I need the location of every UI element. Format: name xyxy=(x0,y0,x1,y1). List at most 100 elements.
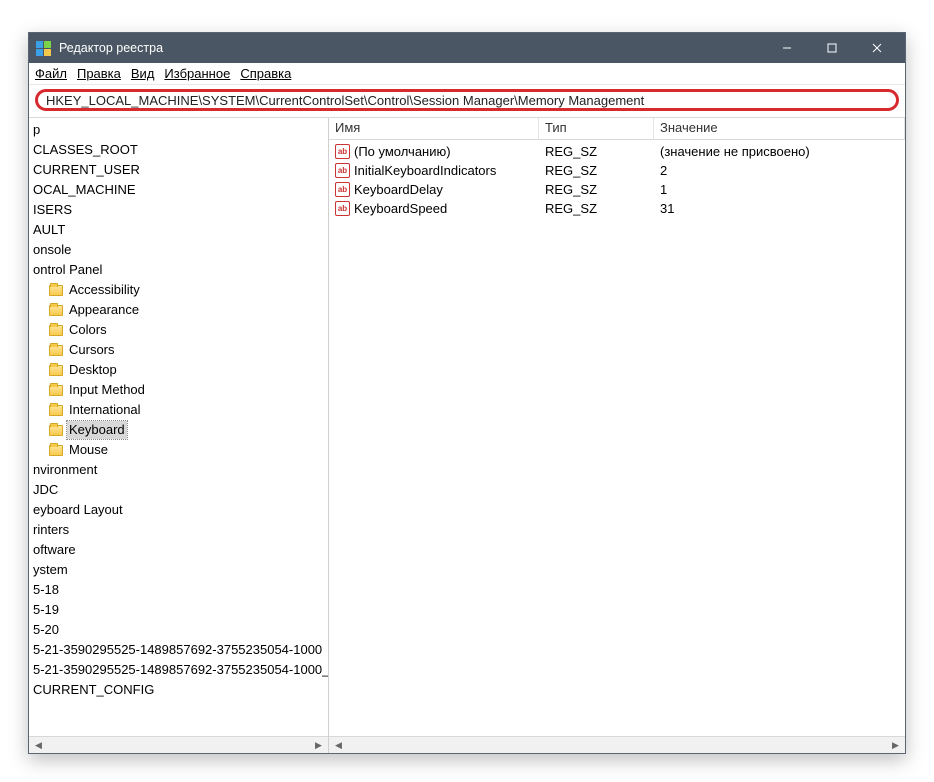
value-name: (По умолчанию) xyxy=(354,144,451,159)
value-data: 31 xyxy=(654,201,905,216)
string-value-icon: ab xyxy=(335,144,350,159)
tree-item-label: Colors xyxy=(67,321,109,339)
menu-edit[interactable]: Правка xyxy=(77,66,121,81)
content-area: рCLASSES_ROOT CURRENT_USER OCAL_MACHINE ISE… xyxy=(29,117,905,753)
tree-item[interactable]: Keyboard xyxy=(29,420,328,440)
tree-item-label: AULT xyxy=(31,221,67,239)
tree-item[interactable]: International xyxy=(29,400,328,420)
menu-help[interactable]: Справка xyxy=(240,66,291,81)
tree-item[interactable]: 5-21-3590295525-1489857692-3755235054-10… xyxy=(29,660,328,680)
column-name[interactable]: Имя xyxy=(329,118,539,139)
tree-item-label: JDC xyxy=(31,481,60,499)
tree-item[interactable]: Accessibility xyxy=(29,280,328,300)
tree-item-label: 5-21-3590295525-1489857692-3755235054-10… xyxy=(31,641,324,659)
scroll-left-icon[interactable]: ◀ xyxy=(31,739,46,752)
tree-item-label: Desktop xyxy=(67,361,119,379)
tree-item-label: International xyxy=(67,401,143,419)
tree-body[interactable]: рCLASSES_ROOT CURRENT_USER OCAL_MACHINE ISE… xyxy=(29,118,328,736)
menu-file[interactable]: Файл xyxy=(35,66,67,81)
tree-item-label: 5-18 xyxy=(31,581,61,599)
tree-item[interactable]: rinters xyxy=(29,520,328,540)
tree-item[interactable]: oftware xyxy=(29,540,328,560)
tree-item[interactable]: Input Method xyxy=(29,380,328,400)
folder-icon xyxy=(49,365,63,376)
address-bar[interactable]: HKEY_LOCAL_MACHINE\SYSTEM\CurrentControl… xyxy=(35,89,899,111)
value-name: KeyboardSpeed xyxy=(354,201,447,216)
values-horizontal-scrollbar[interactable]: ◀ ▶ xyxy=(329,736,905,753)
scroll-track[interactable] xyxy=(346,739,888,752)
scroll-left-icon[interactable]: ◀ xyxy=(331,739,346,752)
folder-icon xyxy=(49,425,63,436)
tree-item[interactable]: Cursors xyxy=(29,340,328,360)
scroll-right-icon[interactable]: ▶ xyxy=(311,739,326,752)
tree-item-label: CLASSES_ROOT xyxy=(31,141,140,159)
window-title: Редактор реестра xyxy=(59,41,764,55)
close-button[interactable] xyxy=(854,33,899,63)
value-row[interactable]: abKeyboardDelayREG_SZ1 xyxy=(329,180,905,199)
tree-item-label: Mouse xyxy=(67,441,110,459)
tree-item-label: 5-19 xyxy=(31,601,61,619)
value-type: REG_SZ xyxy=(539,163,654,178)
menu-view[interactable]: Вид xyxy=(131,66,155,81)
tree-item[interactable]: 5-20 xyxy=(29,620,328,640)
value-type: REG_SZ xyxy=(539,144,654,159)
tree-horizontal-scrollbar[interactable]: ◀ ▶ xyxy=(29,736,328,753)
tree-item-label: ontrol Panel xyxy=(31,261,104,279)
tree-item[interactable]: Appearance xyxy=(29,300,328,320)
tree-item[interactable]: Mouse xyxy=(29,440,328,460)
tree-item[interactable]: nvironment xyxy=(29,460,328,480)
tree-item[interactable]: Colors xyxy=(29,320,328,340)
tree-item-label: eyboard Layout xyxy=(31,501,125,519)
tree-item-label: Appearance xyxy=(67,301,141,319)
tree-item-label: Accessibility xyxy=(67,281,142,299)
folder-icon xyxy=(49,305,63,316)
titlebar[interactable]: Редактор реестра xyxy=(29,33,905,63)
value-data: (значение не присвоено) xyxy=(654,144,905,159)
tree-item[interactable]: ontrol Panel xyxy=(29,260,328,280)
value-data: 1 xyxy=(654,182,905,197)
column-type[interactable]: Тип xyxy=(539,118,654,139)
tree-item-label: nvironment xyxy=(31,461,99,479)
tree-item[interactable]: 5-21-3590295525-1489857692-3755235054-10… xyxy=(29,640,328,660)
tree-item[interactable]: ISERS xyxy=(29,200,328,220)
value-row[interactable]: ab (По умолчанию) REG_SZ(значение не присв… xyxy=(329,142,905,161)
tree-item[interactable]: CURRENT_USER xyxy=(29,160,328,180)
tree-item-label: Cursors xyxy=(67,341,117,359)
tree-item[interactable]: AULT xyxy=(29,220,328,240)
scroll-right-icon[interactable]: ▶ xyxy=(888,739,903,752)
tree-item-label: onsole xyxy=(31,241,73,259)
values-body[interactable]: ab (По умолчанию) REG_SZ(значение не присв… xyxy=(329,140,905,736)
scroll-track[interactable] xyxy=(46,739,311,752)
minimize-button[interactable] xyxy=(764,33,809,63)
regedit-window: Редактор реестра Файл Правка Вид Избранн… xyxy=(28,32,906,754)
folder-icon xyxy=(49,285,63,296)
tree-item[interactable]: 5-18 xyxy=(29,580,328,600)
tree-item[interactable]: Desktop xyxy=(29,360,328,380)
folder-icon xyxy=(49,345,63,356)
tree-item[interactable]: JDC xyxy=(29,480,328,500)
tree-item-label: ystem xyxy=(31,561,70,579)
column-value[interactable]: Значение xyxy=(654,118,905,139)
tree-item[interactable]: OCAL_MACHINE xyxy=(29,180,328,200)
tree-pane: рCLASSES_ROOT CURRENT_USER OCAL_MACHINE ISE… xyxy=(29,118,329,753)
tree-item-label: ISERS xyxy=(31,201,74,219)
tree-item[interactable]: CURRENT_CONFIG xyxy=(29,680,328,700)
folder-icon xyxy=(49,385,63,396)
tree-item-label: 5-20 xyxy=(31,621,61,639)
menu-favorites[interactable]: Избранное xyxy=(164,66,230,81)
tree-item-label: Keyboard xyxy=(67,421,127,439)
tree-item[interactable]: CLASSES_ROOT xyxy=(29,140,328,160)
tree-item-label: CURRENT_CONFIG xyxy=(31,681,156,699)
tree-item[interactable]: 5-19 xyxy=(29,600,328,620)
tree-item-label: OCAL_MACHINE xyxy=(31,181,138,199)
tree-item[interactable]: eyboard Layout xyxy=(29,500,328,520)
tree-item-label: CURRENT_USER xyxy=(31,161,142,179)
value-row[interactable]: abInitialKeyboardIndicatorsREG_SZ2 xyxy=(329,161,905,180)
tree-item[interactable]: ystem xyxy=(29,560,328,580)
maximize-button[interactable] xyxy=(809,33,854,63)
folder-icon xyxy=(49,325,63,336)
tree-item-label: oftware xyxy=(31,541,78,559)
tree-item[interactable]: р xyxy=(29,120,328,140)
value-row[interactable]: abKeyboardSpeedREG_SZ31 xyxy=(329,199,905,218)
tree-item[interactable]: onsole xyxy=(29,240,328,260)
